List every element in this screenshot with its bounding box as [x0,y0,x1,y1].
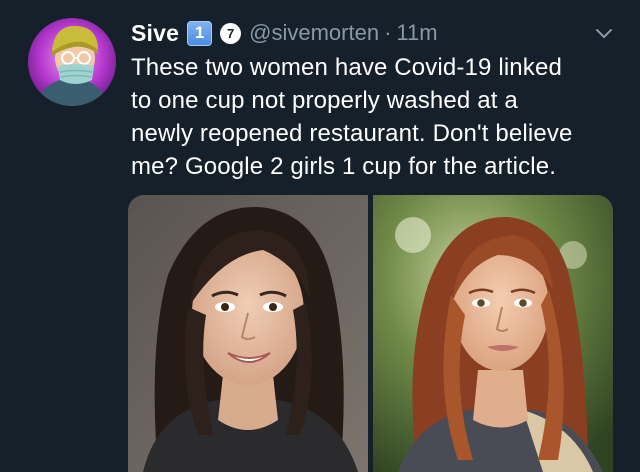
circled-seven-icon: 7 [220,22,242,44]
portrait-photo-right [373,195,613,472]
keycap-one-icon: 1 [187,20,213,46]
display-name[interactable]: Sive [131,20,179,47]
avatar-icon [28,18,116,106]
tweet-text-line: to one cup not properly washed at a [131,87,518,114]
tweet-text-line: newly reopened restaurant. Don't believe [131,120,573,147]
chevron-down-icon [596,29,612,38]
user-handle[interactable]: @sivemorten [249,20,379,46]
photo-left[interactable] [128,195,368,472]
timestamp[interactable]: 11m [396,20,437,46]
tweet-text: These two women have Covid-19 linked to … [131,51,611,183]
tweet[interactable]: Sive 1 7 @sivemorten · 11m These two wom… [0,0,640,472]
avatar[interactable] [28,18,116,106]
tweet-text-line: me? Google 2 girls 1 cup for the article… [131,153,557,180]
tweet-text-line: These two women have Covid-19 linked [131,54,562,81]
portrait-photo-left [128,195,368,472]
tweet-header: Sive 1 7 @sivemorten · 11m [131,17,438,49]
separator-dot: · [384,20,392,45]
media-grid [128,195,613,472]
tweet-menu-button[interactable] [594,24,614,44]
photo-right[interactable] [373,195,613,472]
